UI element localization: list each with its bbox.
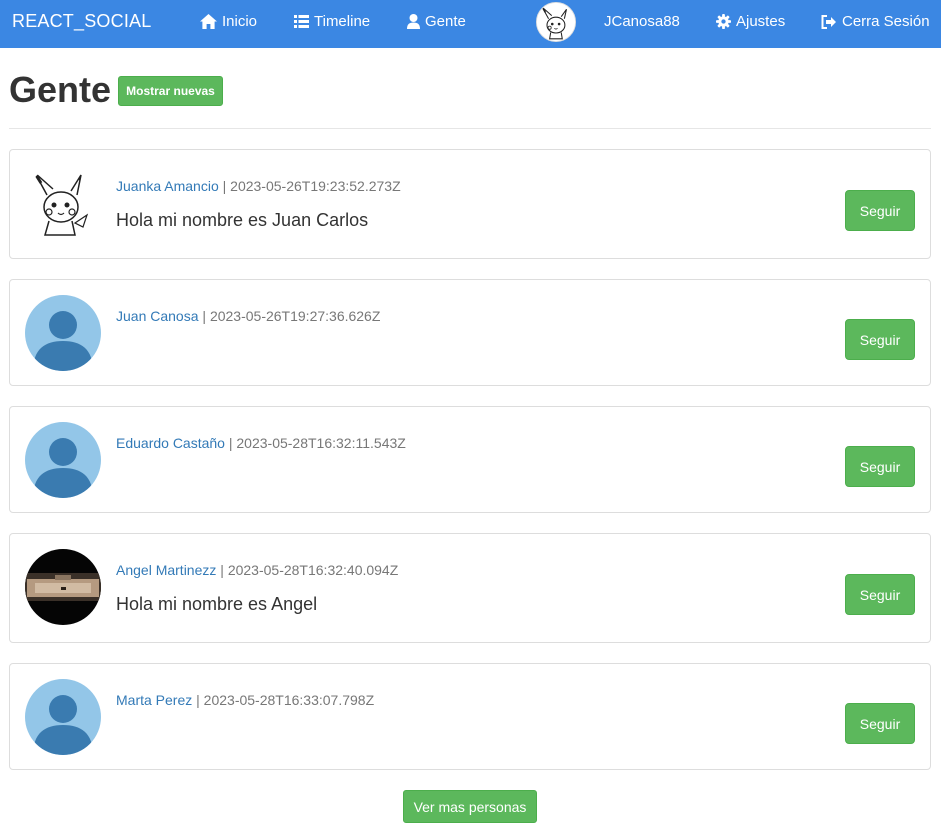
home-icon [200,14,217,29]
nav-timeline[interactable]: Timeline [294,13,370,30]
follow-button[interactable]: Seguir [845,319,915,360]
avatar[interactable] [25,549,101,625]
person-card: Juan Canosa | 2023-05-26T19:27:36.626Z S… [9,279,931,386]
person-date: 2023-05-26T19:27:36.626Z [209,308,381,324]
default-avatar-icon [25,679,101,755]
pikachu-avatar-icon [25,165,101,241]
person-date: 2023-05-28T16:33:07.798Z [203,692,375,708]
nav-inicio-label: Inicio [222,13,258,30]
person-meta: Angel Martinezz | 2023-05-28T16:32:40.09… [116,562,399,578]
person-bio: Hola mi nombre es Juan Carlos [116,210,369,230]
person-meta: Juan Canosa | 2023-05-26T19:27:36.626Z [116,308,381,324]
top-navbar: REACT_SOCIAL Inicio Timeline Gente JCano… [0,0,941,48]
person-name-link[interactable]: Angel Martinezz [116,562,216,578]
person-bio: Hola mi nombre es Angel [116,594,318,614]
person-date: 2023-05-26T19:23:52.273Z [230,178,401,194]
person-name-link[interactable]: Juanka Amancio [116,178,219,194]
person-meta: Eduardo Castaño | 2023-05-28T16:32:11.54… [116,435,406,451]
default-avatar-icon [25,295,101,371]
avatar[interactable] [25,165,101,241]
nav-gente-label: Gente [425,13,466,30]
avatar[interactable] [25,679,101,755]
follow-button[interactable]: Seguir [845,574,915,615]
person-name-link[interactable]: Juan Canosa [116,308,199,324]
nav-logout-label: Cerra Sesión [842,13,930,30]
logout-icon [821,14,836,29]
photo-avatar-icon [25,549,101,625]
list-icon [294,15,309,28]
person-meta: Juanka Amancio | 2023-05-26T19:23:52.273… [116,178,401,194]
nav-logout[interactable]: Cerra Sesión [821,13,930,30]
header-divider [9,128,931,129]
gear-icon [716,14,731,29]
follow-button[interactable]: Seguir [845,446,915,487]
nav-inicio[interactable]: Inicio [200,13,257,30]
person-date: 2023-05-28T16:32:11.543Z [236,435,406,451]
nav-gente[interactable]: Gente [407,13,466,30]
person-card: Juanka Amancio | 2023-05-26T19:23:52.273… [9,149,931,259]
nav-ajustes-label: Ajustes [736,13,786,30]
nav-username[interactable]: JCanosa88 [604,13,680,30]
page-title: Gente [9,69,112,110]
nav-ajustes[interactable]: Ajustes [716,13,785,30]
follow-button[interactable]: Seguir [845,703,915,744]
person-card: Angel Martinezz | 2023-05-28T16:32:40.09… [9,533,931,643]
person-name-link[interactable]: Eduardo Castaño [116,435,225,451]
follow-button[interactable]: Seguir [845,190,915,231]
navbar-avatar[interactable] [536,2,576,42]
show-new-button[interactable]: Mostrar nuevas [118,76,223,106]
person-card: Eduardo Castaño | 2023-05-28T16:32:11.54… [9,406,931,513]
default-avatar-icon [25,422,101,498]
brand-link[interactable]: REACT_SOCIAL [12,11,151,32]
person-date: 2023-05-28T16:32:40.094Z [227,562,399,578]
person-card: Marta Perez | 2023-05-28T16:33:07.798Z S… [9,663,931,770]
avatar[interactable] [25,422,101,498]
user-icon [407,14,420,29]
avatar[interactable] [25,295,101,371]
pikachu-avatar-icon [537,3,575,41]
person-name-link[interactable]: Marta Perez [116,692,192,708]
person-meta: Marta Perez | 2023-05-28T16:33:07.798Z [116,692,375,708]
load-more-button[interactable]: Ver mas personas [403,790,537,823]
nav-timeline-label: Timeline [314,13,371,30]
